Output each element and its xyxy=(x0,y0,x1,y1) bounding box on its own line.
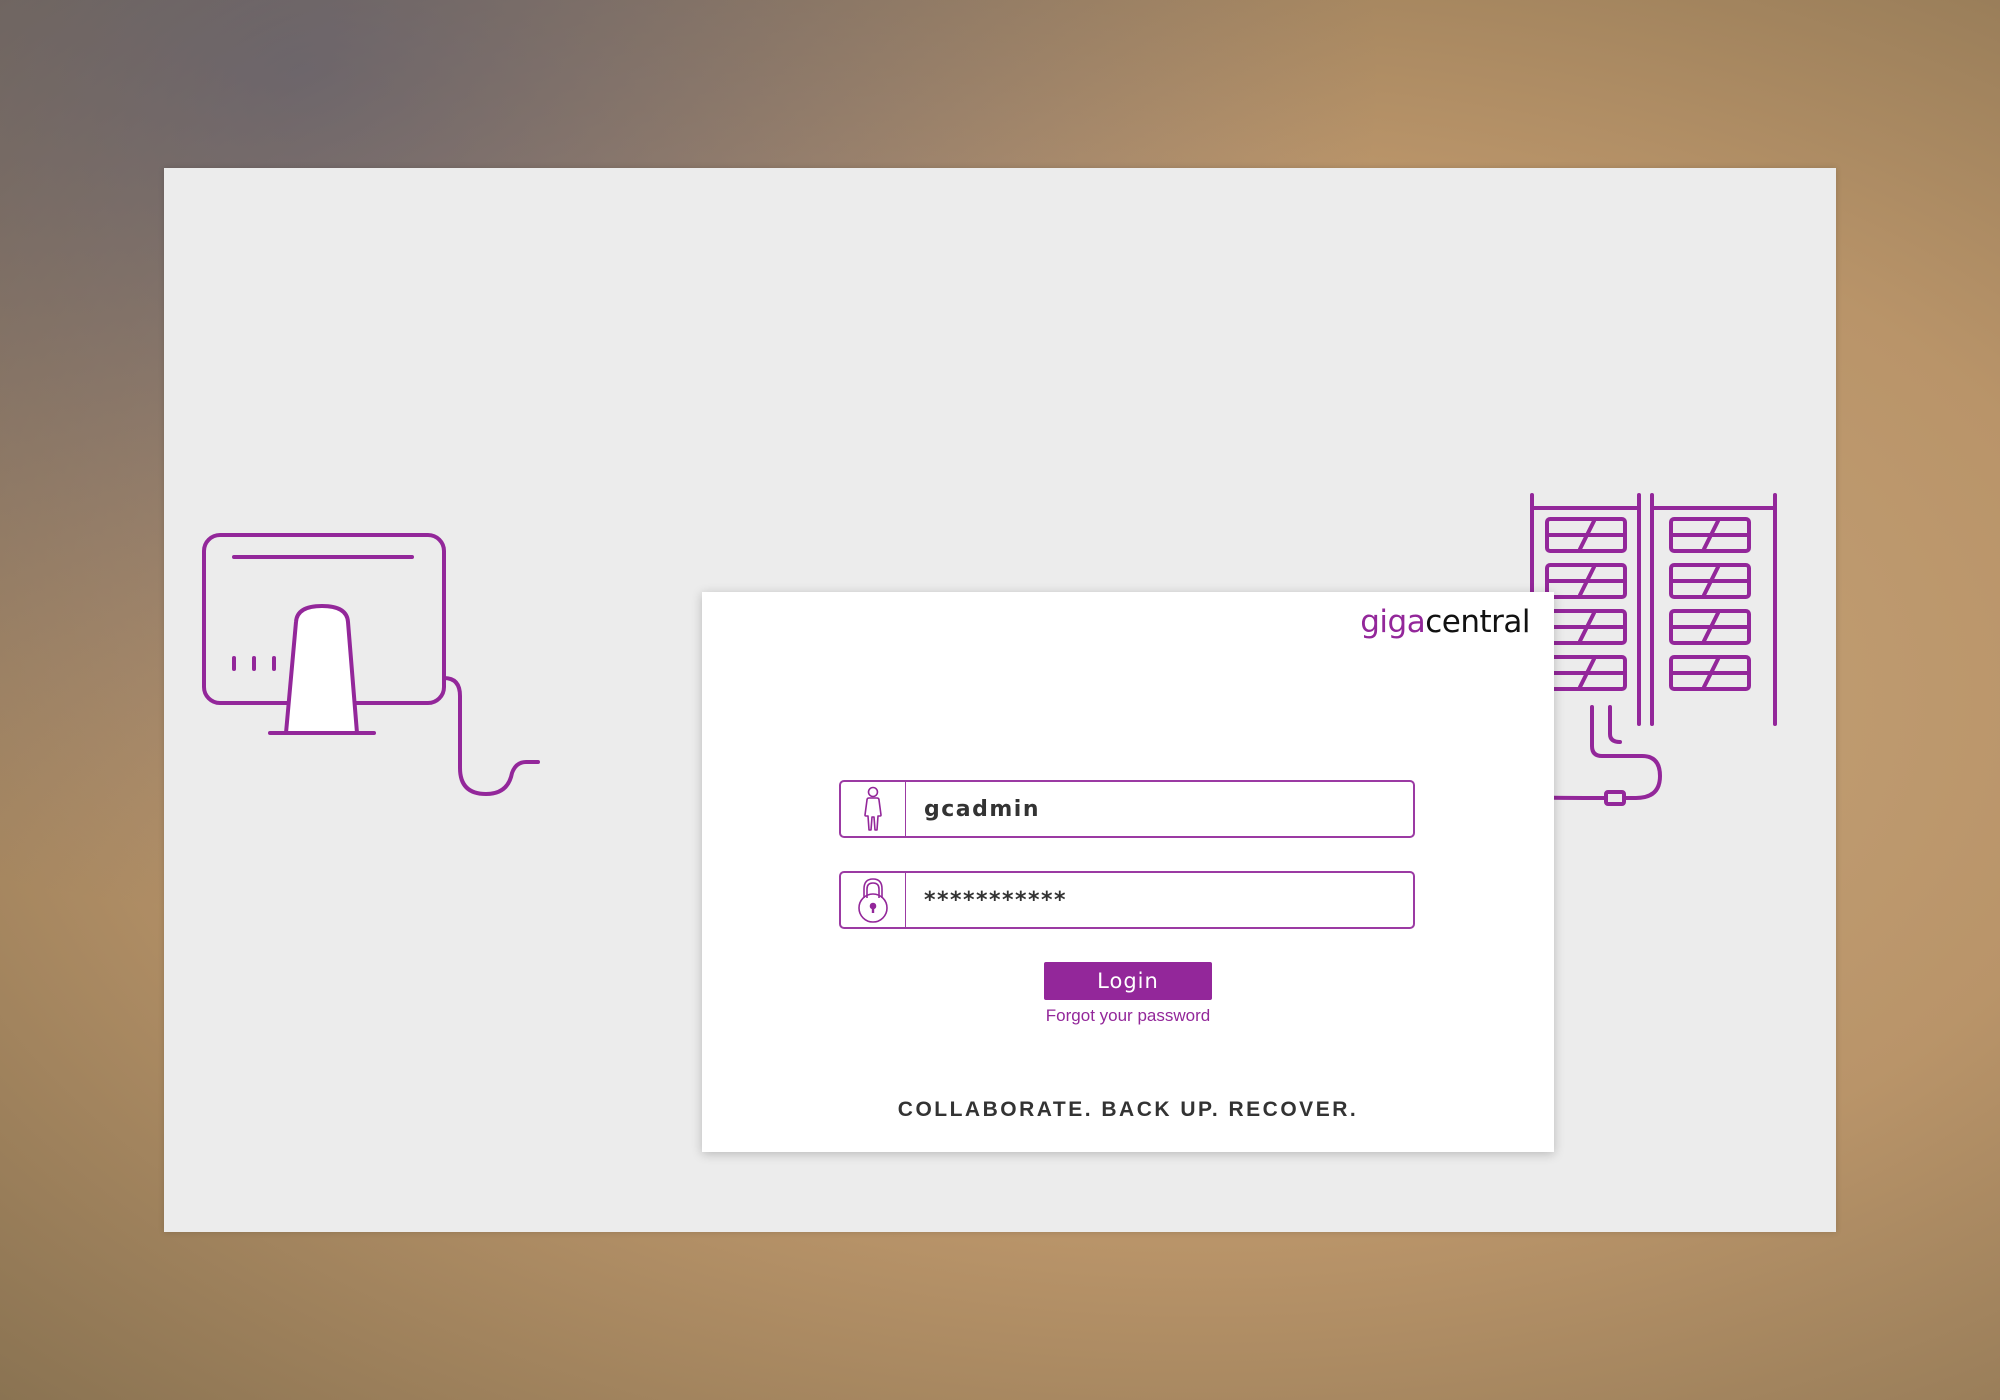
gigacentral-logo: gigacentral xyxy=(1360,604,1530,640)
tagline: COLLABORATE. BACK UP. RECOVER. xyxy=(897,1098,1359,1121)
password-field[interactable] xyxy=(839,871,1415,929)
login-card: gigacentral L xyxy=(702,592,1554,1152)
person-icon xyxy=(841,782,906,836)
username-field[interactable] xyxy=(839,780,1415,838)
desktop-computer-icon xyxy=(202,533,540,796)
username-input[interactable] xyxy=(906,781,1413,837)
login-page-panel: gigacentral L xyxy=(164,168,1836,1232)
logo-giga-text: giga xyxy=(1360,604,1426,640)
password-input[interactable] xyxy=(906,872,1413,928)
forgot-password-link[interactable]: Forgot your password xyxy=(702,1006,1554,1026)
padlock-icon xyxy=(841,873,906,927)
login-button[interactable]: Login xyxy=(1044,962,1212,1000)
logo-central-text: central xyxy=(1425,604,1530,640)
